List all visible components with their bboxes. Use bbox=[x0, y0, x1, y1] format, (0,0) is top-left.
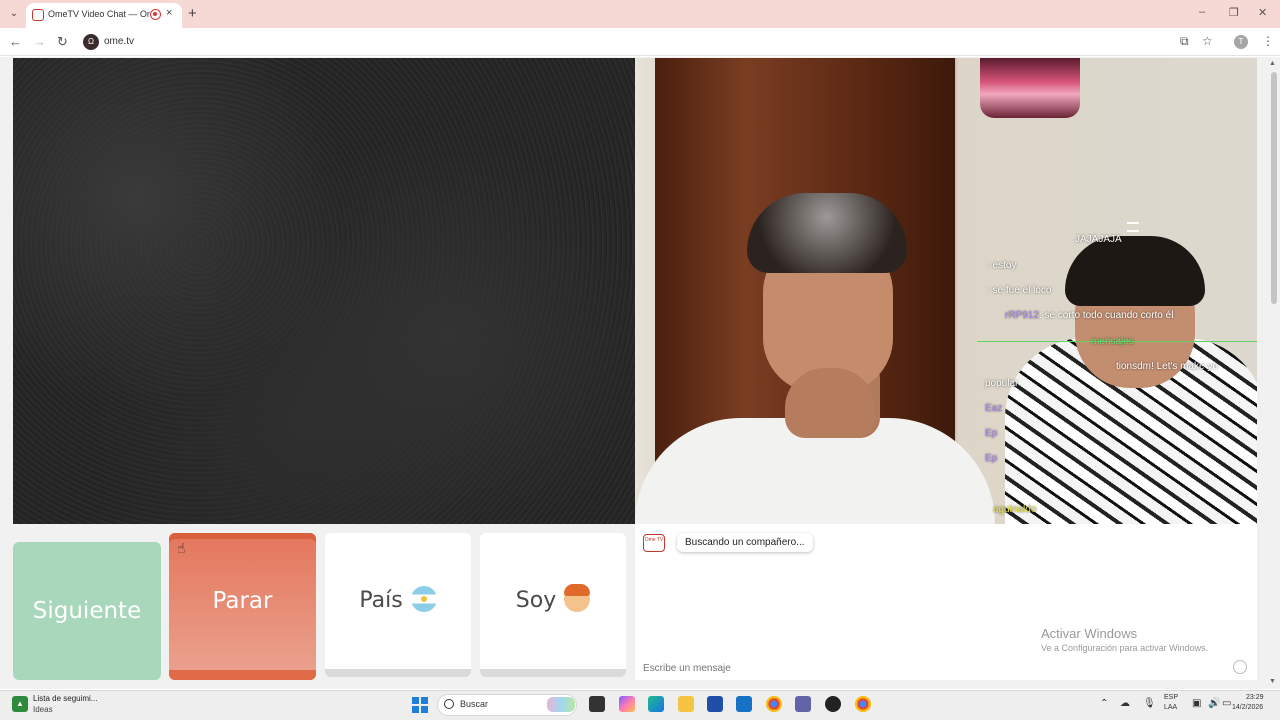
stop-button[interactable]: Parar bbox=[169, 533, 316, 680]
partner-video: JAJAJAJA : estoy : se fue el loco rRP912… bbox=[635, 58, 1257, 524]
site-info-icon[interactable]: Ω bbox=[83, 34, 99, 50]
browser-tab-bar: ⌄ OmeTV Video Chat — Ome × + – ❐ ✕ bbox=[0, 0, 1280, 28]
volume-icon[interactable]: 🔊 bbox=[1208, 698, 1220, 709]
message-input[interactable] bbox=[636, 657, 1256, 679]
overlay-line: JAJAJAJA bbox=[1075, 234, 1122, 245]
taskbar-search-placeholder: Buscar bbox=[460, 699, 489, 709]
windows-start-icon[interactable] bbox=[412, 697, 428, 713]
battery-icon[interactable]: ▭ bbox=[1222, 698, 1231, 709]
filter-icon bbox=[1127, 222, 1139, 232]
network-icon[interactable]: ▣ bbox=[1192, 698, 1201, 709]
tab-ometv[interactable]: OmeTV Video Chat — Ome × bbox=[26, 3, 182, 28]
mouse-cursor-icon: ☝ bbox=[177, 540, 186, 556]
file-explorer-icon[interactable] bbox=[678, 696, 694, 712]
reload-icon[interactable]: ↻ bbox=[57, 34, 68, 50]
back-arrow-icon[interactable]: ← bbox=[9, 34, 22, 49]
chrome-icon[interactable] bbox=[766, 696, 782, 712]
overlay-line: : estoy bbox=[987, 260, 1017, 271]
status-message: Buscando un compañero... bbox=[677, 533, 813, 552]
forward-arrow-icon[interactable]: → bbox=[33, 34, 46, 49]
windows-taskbar bbox=[0, 690, 1280, 720]
ometv-logo: Ome TV bbox=[643, 534, 665, 552]
local-video bbox=[13, 58, 635, 524]
teams-icon[interactable] bbox=[795, 696, 811, 712]
recording-indicator-icon bbox=[150, 9, 161, 20]
stocks-widget-icon[interactable]: ▲ bbox=[12, 696, 28, 712]
tab-search-chevron-icon[interactable]: ⌄ bbox=[6, 6, 22, 22]
input-language-layout[interactable]: LAA bbox=[1164, 704, 1177, 711]
scroll-down-arrow-icon[interactable]: ▼ bbox=[1269, 678, 1276, 685]
country-button-label: País bbox=[359, 588, 403, 613]
copilot-icon[interactable] bbox=[619, 696, 635, 712]
edge-icon[interactable] bbox=[648, 696, 664, 712]
address-bar[interactable]: ome.tv bbox=[104, 36, 134, 47]
store-icon[interactable] bbox=[707, 696, 723, 712]
bookmark-star-icon[interactable]: ☆ bbox=[1202, 34, 1213, 48]
widget-subtitle: Ideas bbox=[33, 705, 53, 714]
task-view-icon[interactable] bbox=[589, 696, 605, 712]
tab-close-button[interactable]: × bbox=[166, 7, 172, 19]
taskbar-time[interactable]: 23:29 bbox=[1246, 694, 1264, 701]
new-tab-button[interactable]: + bbox=[188, 5, 197, 22]
microphone-icon[interactable]: 🎙 bbox=[1143, 698, 1156, 709]
activate-windows-title: Activar Windows bbox=[1041, 626, 1138, 641]
scroll-up-arrow-icon[interactable]: ▲ bbox=[1269, 60, 1276, 67]
browser-toolbar: ← → ↻ Ω ome.tv ⧉ ☆ ⋮ bbox=[0, 28, 1280, 56]
scroll-thumb[interactable] bbox=[1271, 72, 1277, 304]
boy-face-icon bbox=[564, 584, 591, 612]
restore-button[interactable]: ❐ bbox=[1229, 6, 1239, 19]
onedrive-icon[interactable]: ☁ bbox=[1120, 698, 1130, 709]
activate-windows-subtitle: Ve a Configuración para activar Windows. bbox=[1041, 643, 1209, 653]
overlay-line: Ep bbox=[985, 428, 998, 439]
overlay-line: tionsdm! Let's make yo bbox=[1116, 361, 1218, 372]
install-app-icon[interactable]: ⧉ bbox=[1180, 34, 1189, 49]
outlook-icon[interactable] bbox=[736, 696, 752, 712]
browser-menu-icon[interactable]: ⋮ bbox=[1262, 34, 1274, 48]
tray-overflow-chevron-icon[interactable]: ⌃ bbox=[1100, 698, 1108, 709]
country-button[interactable]: País bbox=[325, 533, 471, 677]
overlay-line: popular bbox=[985, 378, 1019, 389]
overlay-line: aguinaldo bbox=[993, 504, 1037, 515]
overlay-line: rRP912: se corto todo cuando corto él bbox=[1005, 310, 1174, 321]
taskbar-date[interactable]: 14/2/2026 bbox=[1232, 704, 1263, 711]
overlay-line: : se fue el loco bbox=[987, 285, 1052, 296]
next-button[interactable]: Siguiente bbox=[13, 542, 161, 680]
overlay-line: Eaz bbox=[985, 403, 1003, 414]
input-language[interactable]: ESP bbox=[1164, 694, 1178, 701]
ometv-favicon-icon bbox=[32, 9, 44, 21]
overlay-line: Ep bbox=[985, 453, 998, 464]
gender-button[interactable]: Soy bbox=[480, 533, 626, 677]
search-icon bbox=[444, 699, 454, 709]
overlay-separator bbox=[977, 341, 1257, 342]
stream-chat-overlay: JAJAJAJA : estoy : se fue el loco rRP912… bbox=[635, 58, 1257, 524]
minimize-button[interactable]: – bbox=[1199, 6, 1205, 18]
obs-icon[interactable] bbox=[825, 696, 841, 712]
argentina-flag-icon bbox=[410, 586, 437, 612]
stop-button-label: Parar bbox=[212, 588, 273, 614]
widget-title[interactable]: Lista de seguimi... bbox=[33, 694, 97, 703]
emoji-picker-icon[interactable] bbox=[1233, 660, 1247, 674]
gender-button-label: Soy bbox=[515, 588, 557, 613]
tab-title: OmeTV Video Chat — Ome bbox=[48, 9, 150, 19]
search-highlight-art bbox=[547, 697, 575, 712]
chrome-profile-icon[interactable] bbox=[855, 696, 871, 712]
profile-avatar[interactable]: T bbox=[1234, 35, 1248, 49]
close-window-button[interactable]: ✕ bbox=[1258, 6, 1267, 19]
